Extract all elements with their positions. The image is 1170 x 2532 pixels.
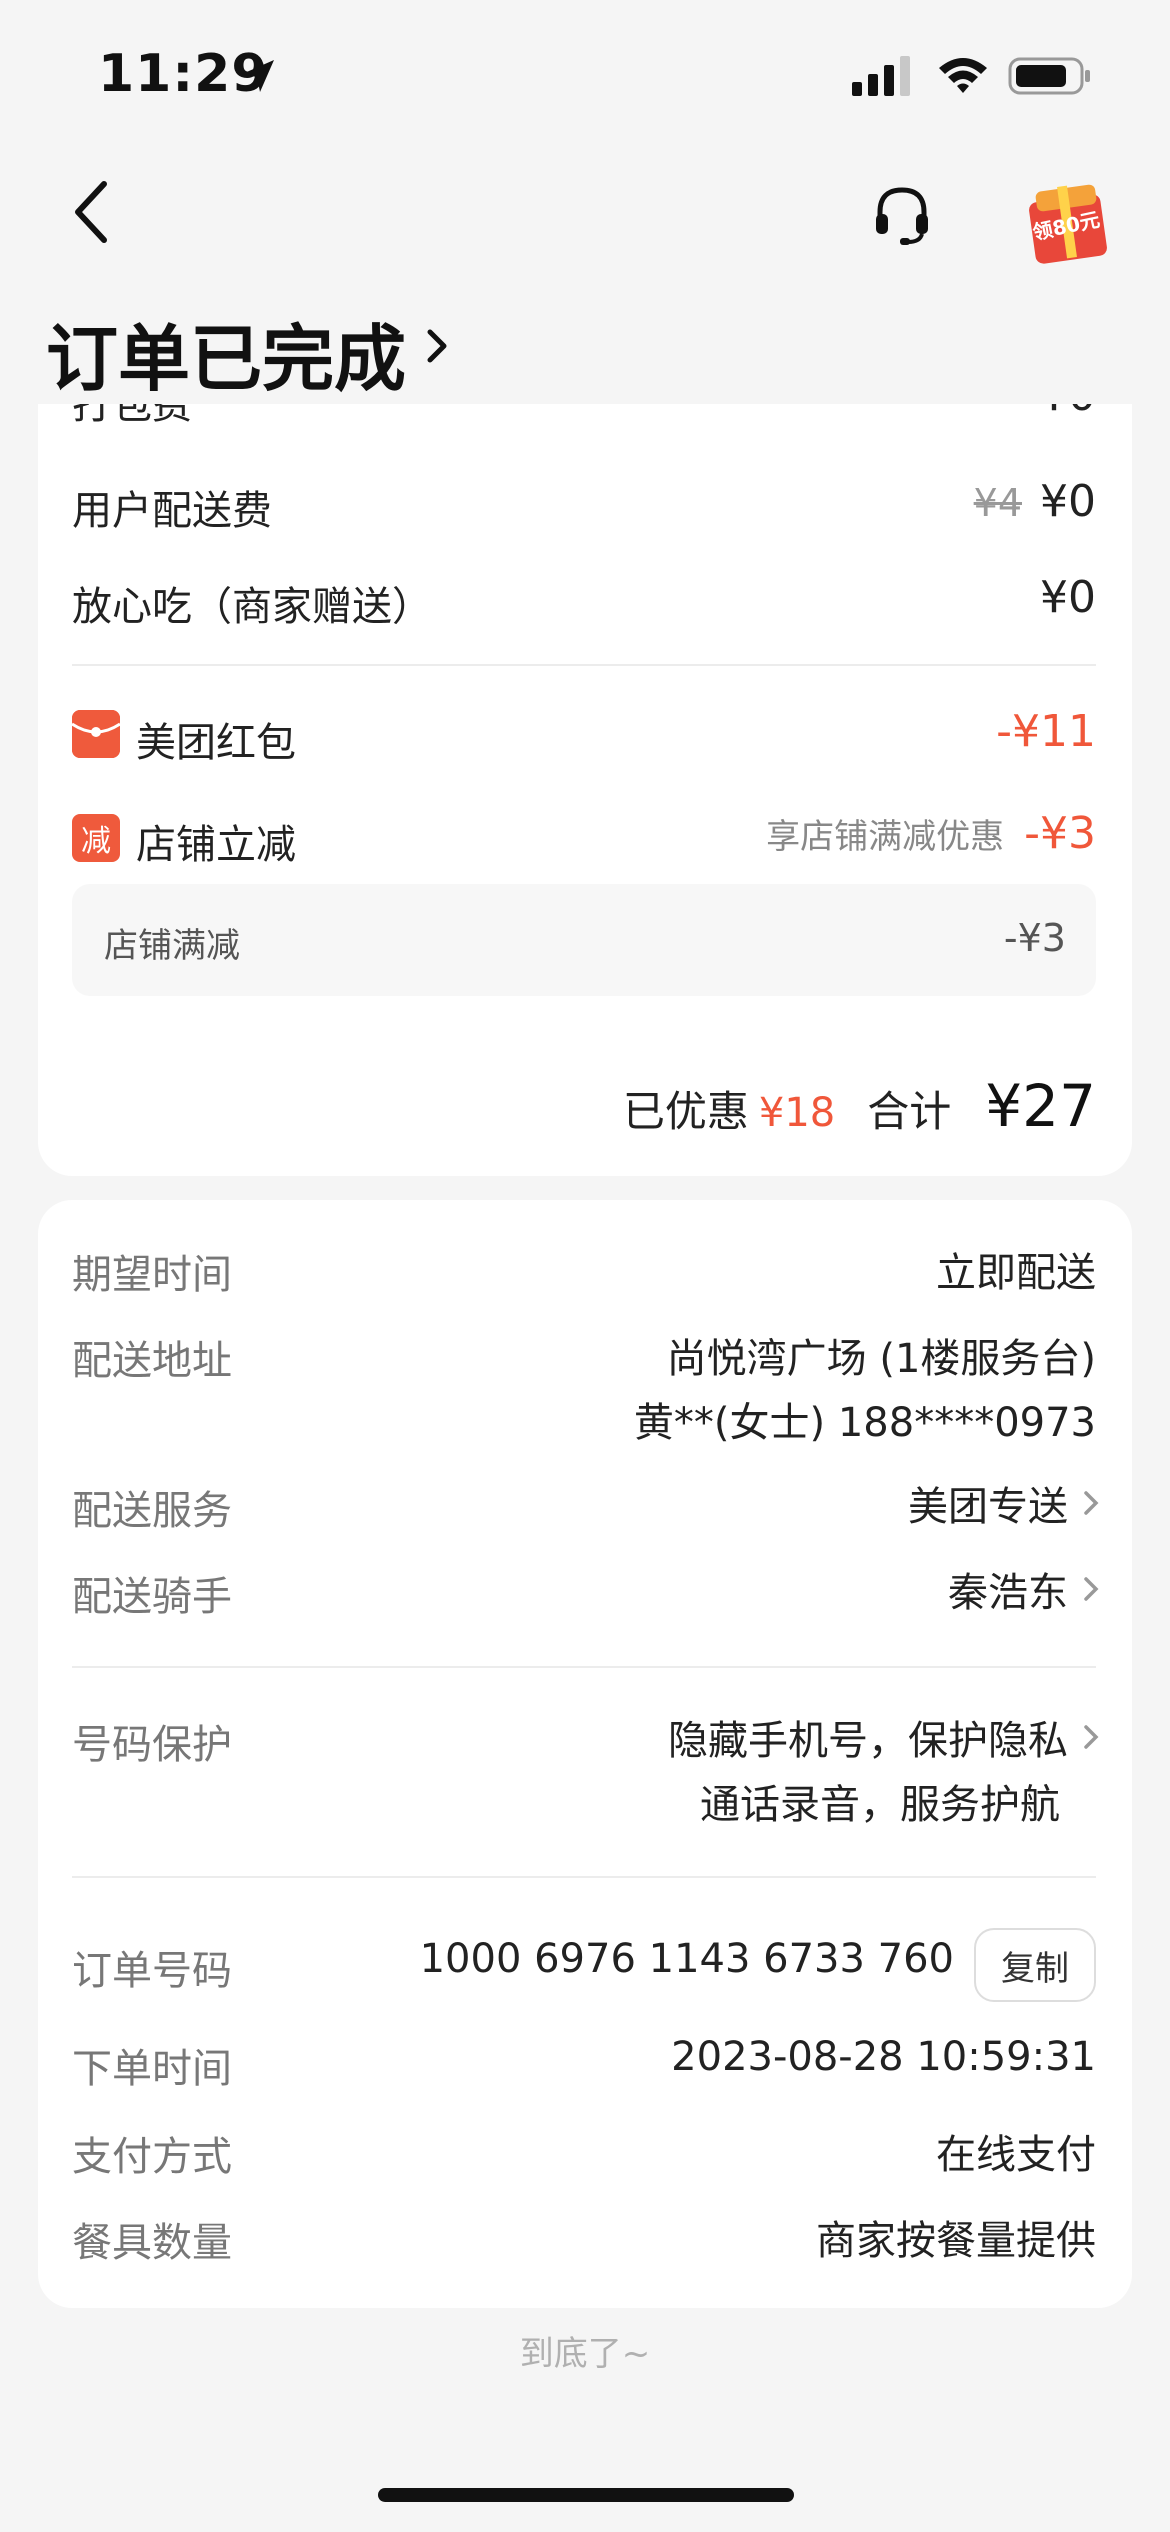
order-number-value: 1000 6976 1143 6733 760 bbox=[419, 1936, 954, 1982]
battery-icon bbox=[1008, 57, 1090, 95]
copy-button[interactable]: 复制 bbox=[974, 1928, 1096, 2002]
customer-service-icon[interactable] bbox=[870, 182, 934, 246]
order-info-card: 期望时间 立即配送 配送地址 尚悦湾广场 (1楼服务台) 黄**(女士) 188… bbox=[38, 1200, 1132, 2308]
expect-time-label: 期望时间 bbox=[72, 1252, 232, 1298]
privacy-line1: 隐藏手机号，保护隐私 bbox=[668, 1718, 1068, 1764]
chevron-right-icon[interactable] bbox=[422, 318, 452, 374]
privacy-link[interactable]: 隐藏手机号，保护隐私 bbox=[668, 1708, 1102, 1766]
store-discount-value: -¥3 bbox=[1024, 808, 1096, 859]
payment-value: 在线支付 bbox=[936, 2132, 1096, 2178]
home-indicator[interactable] bbox=[378, 2488, 794, 2502]
address-line1: 尚悦湾广场 (1楼服务台) bbox=[666, 1336, 1096, 1382]
divider bbox=[72, 1666, 1096, 1668]
insurance-value: ¥0 bbox=[1040, 572, 1096, 623]
delivery-service-value: 美团专送 bbox=[908, 1484, 1068, 1530]
delivery-fee-original: ¥4 bbox=[973, 481, 1022, 525]
expect-time-value: 立即配送 bbox=[936, 1250, 1096, 1296]
total-value: ¥27 bbox=[985, 1072, 1096, 1140]
rider-value: 秦浩东 bbox=[948, 1570, 1068, 1616]
packing-fee-value: ¥0 bbox=[1040, 404, 1096, 421]
insurance-label: 放心吃（商家赠送） bbox=[72, 584, 432, 630]
chevron-right-icon bbox=[1084, 1725, 1099, 1749]
sub-discount-value: -¥3 bbox=[1003, 916, 1066, 960]
order-number-label: 订单号码 bbox=[72, 1948, 232, 1994]
utensil-value: 商家按餐量提供 bbox=[816, 2218, 1096, 2264]
store-discount-badge: 减 bbox=[72, 814, 120, 862]
page-title[interactable]: 订单已完成 bbox=[46, 300, 406, 405]
store-discount-label: 店铺立减 bbox=[136, 822, 296, 868]
order-time-value: 2023-08-28 10:59:31 bbox=[671, 2034, 1096, 2080]
delivery-service-label: 配送服务 bbox=[72, 1488, 232, 1534]
delivery-fee: ¥4 ¥0 bbox=[974, 476, 1096, 527]
packing-fee-label: 打包费 bbox=[72, 404, 192, 428]
location-arrow-icon bbox=[242, 60, 274, 92]
wifi-icon bbox=[939, 58, 987, 93]
price-detail-card: 打包费 ¥0 用户配送费 ¥4 ¥0 放心吃（商家赠送） ¥0 美团红包 -¥1… bbox=[38, 404, 1132, 1176]
back-icon[interactable] bbox=[62, 172, 122, 252]
address-label: 配送地址 bbox=[72, 1338, 232, 1384]
cellular-signal-icon bbox=[852, 56, 910, 96]
saved-label: 已优惠 bbox=[622, 1087, 749, 1136]
saved-value: ¥18 bbox=[758, 1090, 836, 1136]
store-discount-detail: 店铺满减 -¥3 bbox=[72, 884, 1096, 996]
total-label: 合计 bbox=[867, 1087, 952, 1136]
divider bbox=[72, 664, 1096, 666]
order-summary: 已优惠 ¥18 合计 ¥27 bbox=[623, 1072, 1096, 1140]
order-time-label: 下单时间 bbox=[72, 2046, 232, 2092]
chevron-right-icon bbox=[1084, 1577, 1099, 1601]
rider-link[interactable]: 秦浩东 bbox=[948, 1560, 1102, 1618]
rider-label: 配送骑手 bbox=[72, 1574, 232, 1620]
delivery-service-link[interactable]: 美团专送 bbox=[908, 1474, 1102, 1532]
end-of-list-text: 到底了~ bbox=[519, 2334, 651, 2374]
redpacket-value: -¥11 bbox=[996, 706, 1096, 757]
privacy-label: 号码保护 bbox=[72, 1722, 232, 1768]
chevron-right-icon bbox=[1084, 1491, 1099, 1515]
promo-gift-icon[interactable]: 领80元 bbox=[1022, 172, 1112, 266]
redpacket-label: 美团红包 bbox=[136, 720, 296, 766]
utensil-label: 餐具数量 bbox=[72, 2220, 232, 2266]
store-discount: 享店铺满减优惠 -¥3 bbox=[766, 808, 1096, 859]
address-line2: 黄**(女士) 188****0973 bbox=[633, 1400, 1096, 1446]
divider bbox=[72, 1876, 1096, 1878]
delivery-fee-label: 用户配送费 bbox=[72, 488, 272, 534]
delivery-fee-value: ¥0 bbox=[1040, 476, 1096, 527]
payment-label: 支付方式 bbox=[72, 2134, 232, 2180]
redpacket-icon bbox=[72, 710, 120, 758]
privacy-line2: 通话录音，服务护航 bbox=[700, 1782, 1060, 1828]
store-discount-note: 享店铺满减优惠 bbox=[766, 817, 1005, 857]
sub-discount-label: 店铺满减 bbox=[104, 926, 240, 966]
